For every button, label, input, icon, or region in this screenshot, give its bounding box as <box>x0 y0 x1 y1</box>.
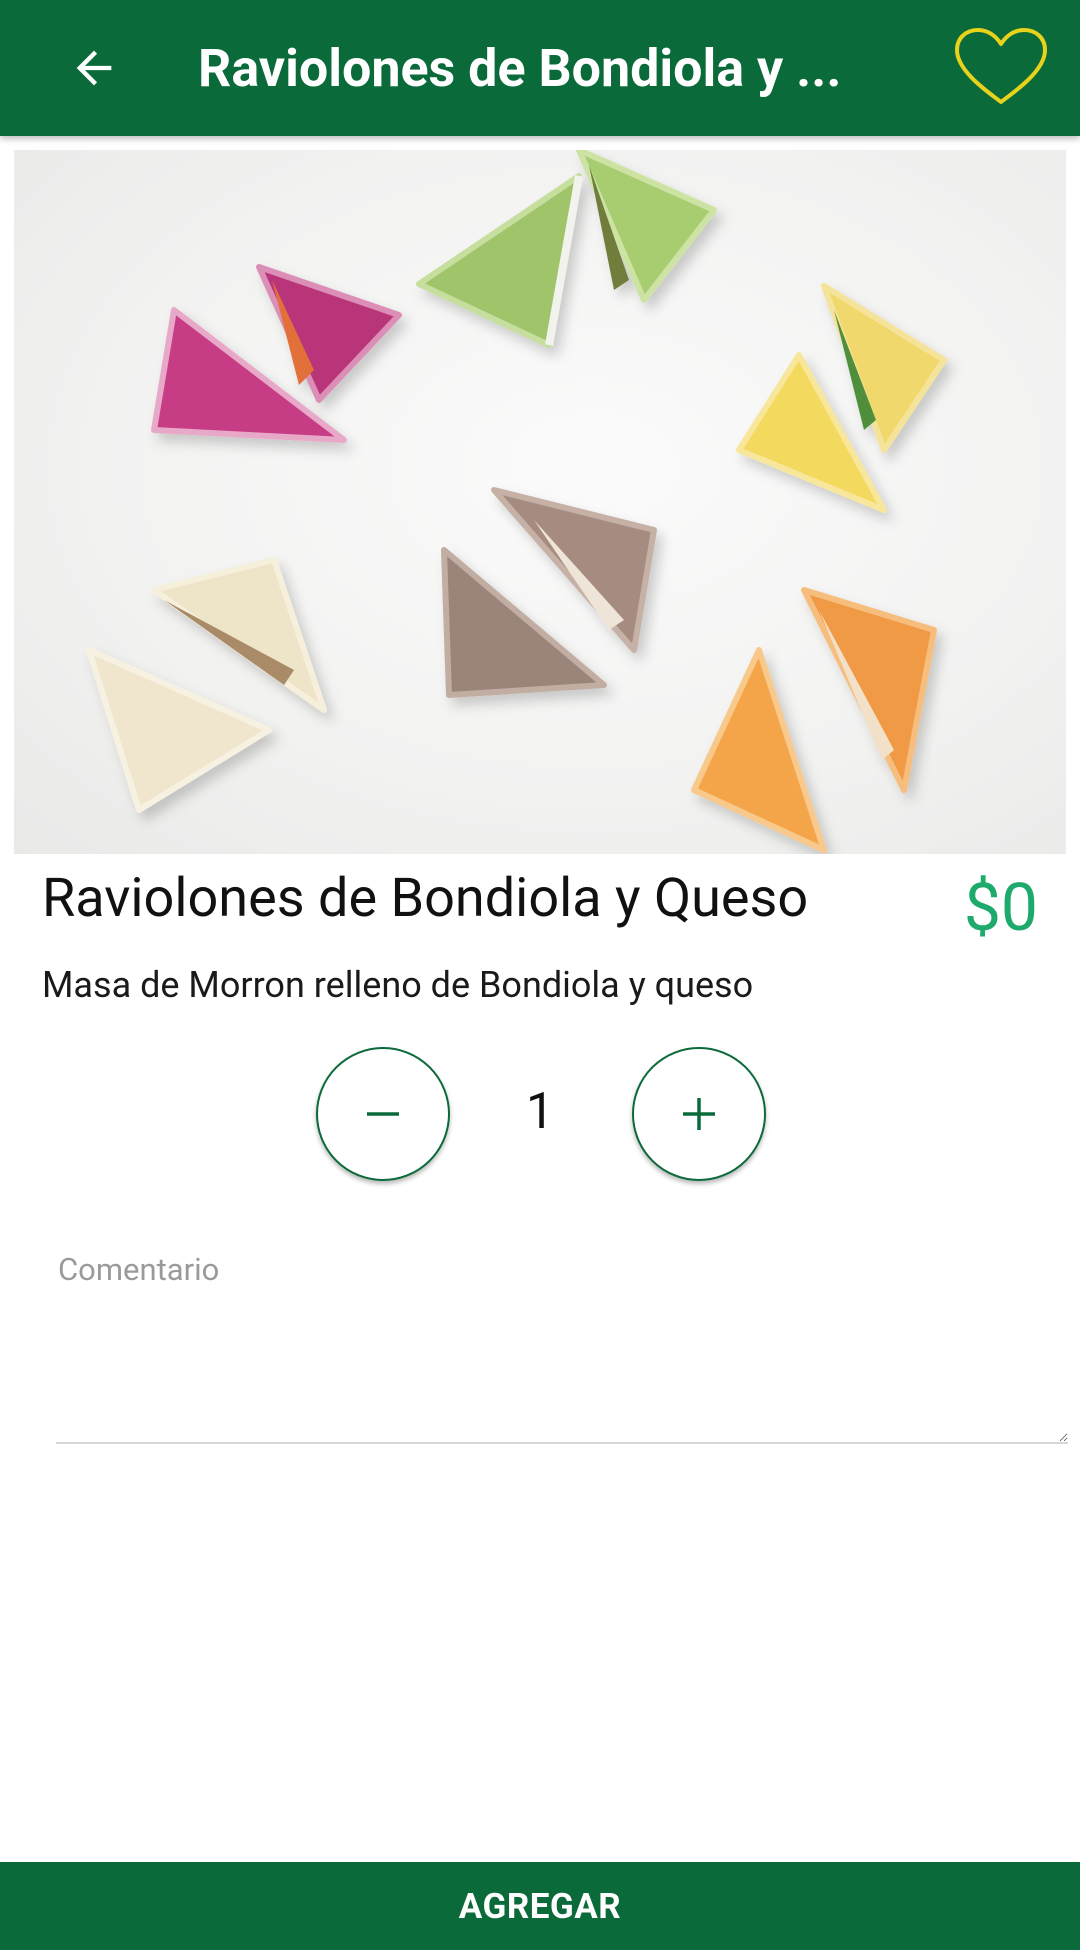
product-price: $0 <box>963 870 1038 947</box>
back-button[interactable] <box>56 30 132 106</box>
product-description: Masa de Morron relleno de Bondiola y que… <box>42 964 754 1006</box>
arrow-back-icon <box>76 50 112 86</box>
add-to-cart-button[interactable]: AGREGAR <box>0 1862 1080 1950</box>
heart-outline-icon <box>955 28 1047 104</box>
increase-quantity-button[interactable] <box>632 1047 766 1181</box>
page-title: Raviolones de Bondiola y ... <box>198 38 842 99</box>
favorite-button[interactable] <box>948 14 1054 120</box>
quantity-value: 1 <box>525 1083 555 1141</box>
product-name: Raviolones de Bondiola y Queso <box>42 867 809 930</box>
product-image <box>14 150 1066 854</box>
plus-icon <box>683 1098 715 1130</box>
minus-icon <box>367 1112 399 1116</box>
comment-label: Comentario <box>58 1251 220 1288</box>
decrease-quantity-button[interactable] <box>316 1047 450 1181</box>
comment-input[interactable] <box>56 1296 1068 1442</box>
comment-underline <box>56 1442 1068 1444</box>
app-bar: Raviolones de Bondiola y ... <box>0 0 1080 136</box>
